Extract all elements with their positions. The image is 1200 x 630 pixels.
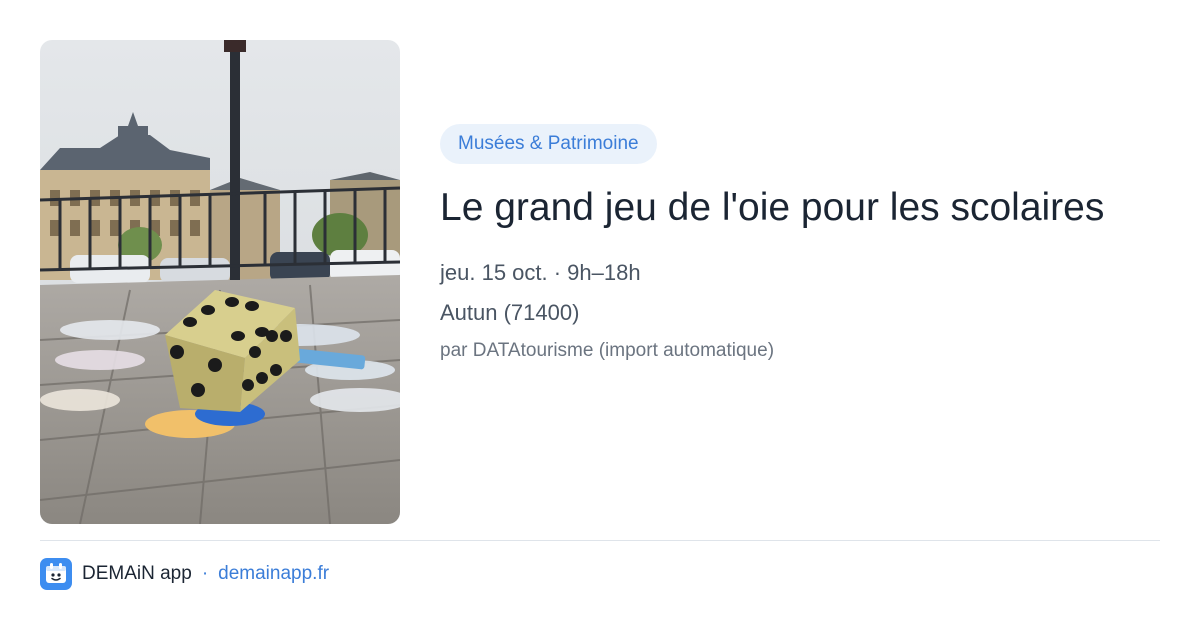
event-datetime: jeu. 15 oct. · 9h–18h <box>440 260 641 285</box>
calendar-icon[interactable] <box>40 558 72 590</box>
event-location: Autun (71400) <box>440 300 580 325</box>
event-photo <box>40 40 400 524</box>
event-info: Musées & Patrimoine Le grand jeu de l'oi… <box>440 124 1160 362</box>
event-source: par DATAtourisme (import automatique) <box>440 340 775 361</box>
event-title[interactable]: Le grand jeu de l'oie pour les scolaires <box>440 182 1160 234</box>
footer-divider <box>40 540 1160 541</box>
app-name: DEMAiN app <box>82 563 192 584</box>
footer: DEMAiN app · demainapp.fr <box>40 558 329 590</box>
category-badge[interactable]: Musées & Patrimoine <box>440 124 657 164</box>
footer-separator: · <box>201 563 209 584</box>
domain-link[interactable]: demainapp.fr <box>218 563 329 585</box>
